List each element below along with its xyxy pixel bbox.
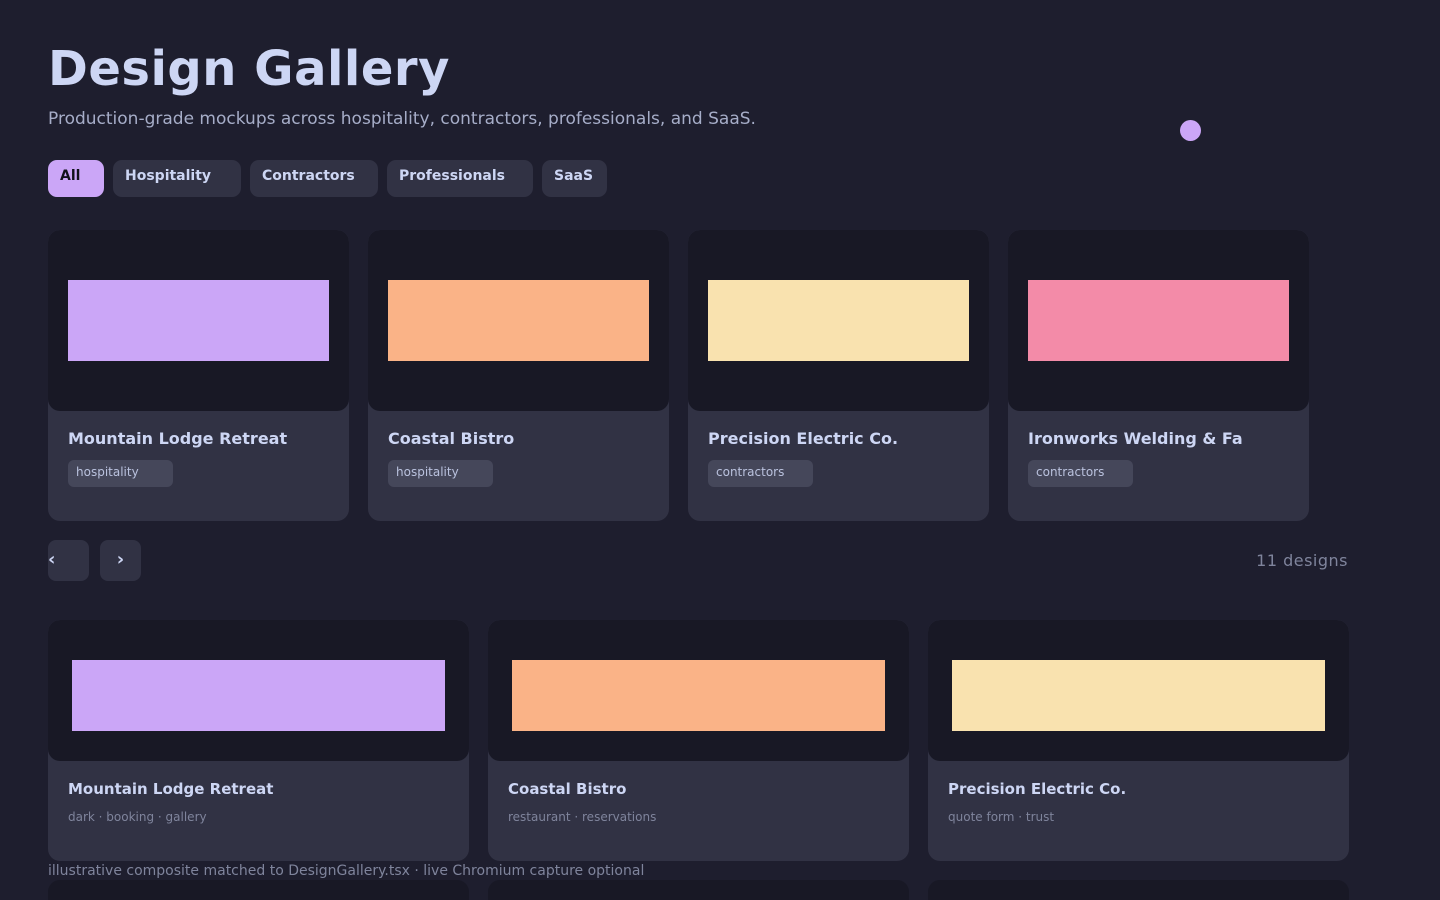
accent-dot (1180, 120, 1201, 141)
card-title: Coastal Bistro (388, 429, 515, 448)
thumbnail-preview (512, 660, 885, 731)
design-count: 11 designs (1256, 551, 1348, 570)
carousel-card[interactable]: Precision Electric Co. contractors (688, 230, 989, 521)
card-meta: quote form · trust (948, 810, 1055, 824)
card-tag: hospitality (68, 460, 173, 487)
thumbnail-preview (708, 280, 969, 361)
filter-chip-hospitality[interactable]: Hospitality (113, 160, 241, 197)
footer-note: illustrative composite matched to Design… (48, 863, 645, 879)
card-thumbnail (688, 230, 989, 411)
filter-chip-saas[interactable]: SaaS (542, 160, 607, 197)
card-title: Coastal Bistro (508, 780, 627, 798)
card-thumbnail (368, 230, 669, 411)
filter-chip-contractors[interactable]: Contractors (250, 160, 378, 197)
thumbnail-preview (72, 660, 445, 731)
card-title: Precision Electric Co. (948, 780, 1127, 798)
filter-chip-all[interactable]: All (48, 160, 104, 197)
card-thumbnail (928, 620, 1349, 761)
card-thumbnail (48, 230, 349, 411)
carousel-next-button[interactable]: › (100, 540, 141, 581)
thumbnail-preview (952, 660, 1325, 731)
card-thumbnail (1008, 230, 1309, 411)
card-tag: contractors (1028, 460, 1133, 487)
grid-card-partial[interactable] (488, 880, 909, 900)
thumbnail-preview (1028, 280, 1289, 361)
grid-card[interactable]: Coastal Bistro restaurant · reservations (488, 620, 909, 861)
card-tag: hospitality (388, 460, 493, 487)
carousel-card[interactable]: Mountain Lodge Retreat hospitality (48, 230, 349, 521)
card-meta: dark · booking · gallery (68, 810, 207, 824)
card-tag: contractors (708, 460, 813, 487)
grid-card[interactable]: Precision Electric Co. quote form · trus… (928, 620, 1349, 861)
card-thumbnail (488, 620, 909, 761)
card-title: Precision Electric Co. (708, 429, 899, 448)
carousel-card[interactable]: Ironworks Welding & Fa contractors (1008, 230, 1309, 521)
chevron-right-icon: › (116, 549, 125, 570)
carousel-card[interactable]: Coastal Bistro hospitality (368, 230, 669, 521)
card-thumbnail (48, 620, 469, 761)
page-title: Design Gallery (48, 41, 450, 97)
card-title: Mountain Lodge Retreat (68, 780, 274, 798)
card-title: Mountain Lodge Retreat (68, 429, 288, 448)
grid-card[interactable]: Mountain Lodge Retreat dark · booking · … (48, 620, 469, 861)
thumbnail-preview (388, 280, 649, 361)
grid-card-partial[interactable] (48, 880, 469, 900)
card-title: Ironworks Welding & Fa (1028, 429, 1243, 448)
page-subtitle: Production-grade mockups across hospital… (48, 109, 756, 129)
carousel-prev-button[interactable]: ‹ (48, 540, 89, 581)
card-meta: restaurant · reservations (508, 810, 657, 824)
grid-card-partial[interactable] (928, 880, 1349, 900)
thumbnail-preview (68, 280, 329, 361)
chevron-left-icon: ‹ (48, 549, 56, 570)
filter-chip-professionals[interactable]: Professionals (387, 160, 533, 197)
